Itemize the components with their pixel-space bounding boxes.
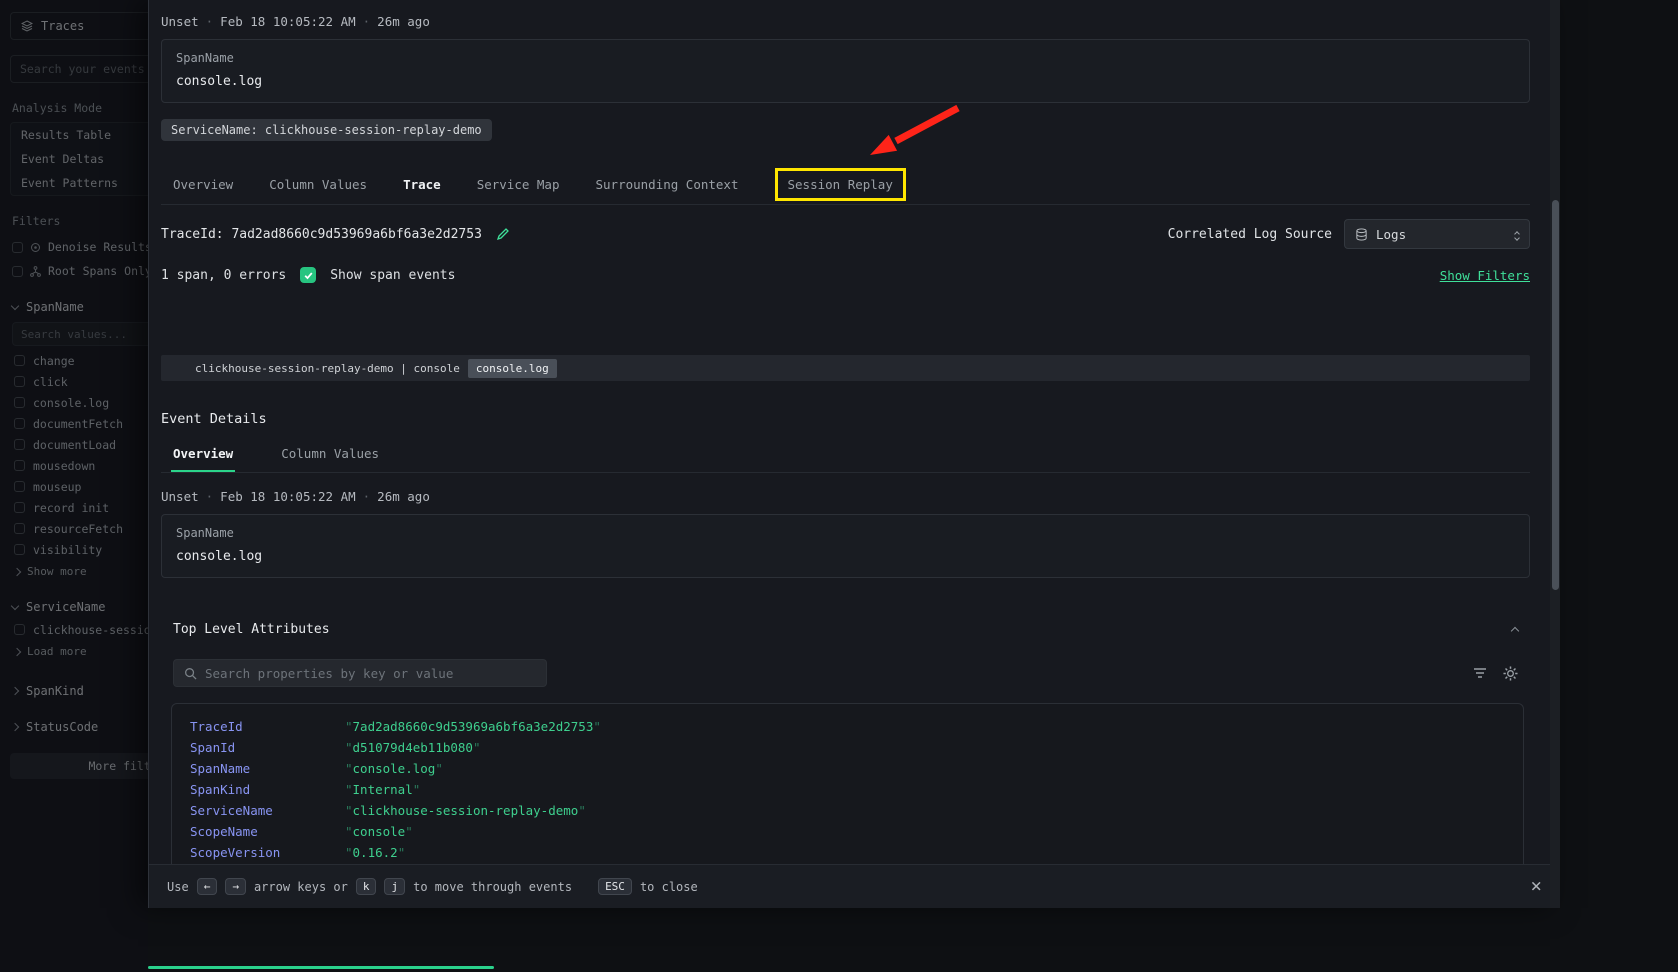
span-name-card-value: console.log — [176, 549, 1515, 564]
arrow-left-key: ← — [197, 878, 218, 895]
esc-key: ESC — [598, 878, 632, 895]
table-row[interactable]: TraceId "7ad2ad8660c9d53969a6bf6a3e2d275… — [172, 716, 1523, 737]
trace-id-text: TraceId: 7ad2ad8660c9d53969a6bf6a3e2d275… — [161, 227, 482, 242]
top-level-attributes-heading: Top Level Attributes — [173, 622, 330, 637]
separator-dot: · — [206, 14, 214, 29]
tab-session-replay[interactable]: Session Replay — [775, 168, 906, 201]
attribute-value: "console.log" — [345, 758, 443, 779]
event-timestamp: Feb 18 10:05:22 AM — [220, 14, 355, 29]
event-timestamp: Feb 18 10:05:22 AM — [220, 489, 355, 504]
event-meta-row: Unset · Feb 18 10:05:22 AM · 26m ago — [161, 0, 1530, 29]
log-source-select[interactable]: Logs — [1344, 219, 1530, 249]
table-row[interactable]: SpanName "console.log" — [172, 758, 1523, 779]
property-search-input[interactable] — [205, 666, 536, 681]
table-row[interactable]: ServiceName "clickhouse-session-replay-d… — [172, 800, 1523, 821]
close-panel-button[interactable]: × — [1531, 877, 1542, 896]
footer-use-text: Use — [167, 880, 189, 894]
attribute-key: ScopeVersion — [190, 842, 345, 863]
scrollbar-thumb[interactable] — [1552, 200, 1559, 590]
tab-service-map[interactable]: Service Map — [477, 165, 560, 204]
filter-lines-icon[interactable] — [1473, 667, 1487, 679]
scrollbar-track[interactable] — [1550, 0, 1560, 908]
table-row[interactable]: SpanId "d51079d4eb11b080" — [172, 737, 1523, 758]
trace-id-value: 7ad2ad8660c9d53969a6bf6a3e2d2753 — [231, 227, 481, 242]
tab-overview[interactable]: Overview — [173, 165, 233, 204]
attribute-value: "Internal" — [345, 779, 420, 800]
trace-id-label: TraceId: — [161, 227, 224, 242]
trace-waterfall-row[interactable]: clickhouse-session-replay-demo | console… — [161, 355, 1530, 381]
span-name-card-value: console.log — [176, 74, 1515, 89]
arrow-right-key: → — [225, 878, 246, 895]
attribute-value: "7ad2ad8660c9d53969a6bf6a3e2d2753" — [345, 716, 601, 737]
attributes-table: TraceId "7ad2ad8660c9d53969a6bf6a3e2d275… — [171, 703, 1524, 864]
modal-dim-overlay — [0, 0, 148, 972]
timeline-span-chip[interactable]: console.log — [468, 359, 557, 378]
chevron-up-icon — [1511, 627, 1519, 635]
span-name-card: SpanName console.log — [161, 514, 1530, 578]
span-summary-row: 1 span, 0 errors Show span events Show F… — [161, 267, 1530, 283]
event-relative-time: 26m ago — [377, 489, 430, 504]
logs-icon — [1355, 228, 1368, 241]
separator-dot: · — [363, 489, 371, 504]
check-icon — [303, 270, 314, 281]
footer-arrows-text: arrow keys or — [254, 880, 348, 894]
table-row[interactable]: SpanKind "Internal" — [172, 779, 1523, 800]
property-search-box[interactable] — [173, 659, 547, 687]
event-side-panel: Unset · Feb 18 10:05:22 AM · 26m ago SpanNam… — [148, 0, 1560, 908]
event-relative-time: 26m ago — [377, 14, 430, 29]
subtab-overview[interactable]: Overview — [171, 437, 235, 472]
attribute-value: "0.16.2" — [345, 842, 405, 863]
pencil-icon — [496, 227, 510, 241]
filters-sidebar: Traces Analysis Mode Results Table Event… — [0, 0, 148, 972]
show-span-events-checkbox[interactable] — [300, 267, 316, 283]
table-row[interactable]: ScopeName "console" — [172, 821, 1523, 842]
attribute-value: "clickhouse-session-replay-demo" — [345, 800, 586, 821]
gear-icon[interactable] — [1503, 666, 1518, 681]
collapse-section-button[interactable] — [1512, 622, 1518, 637]
attribute-key: TraceId — [190, 716, 345, 737]
table-row[interactable]: ScopeVersion "0.16.2" — [172, 842, 1523, 863]
span-name-card-label: SpanName — [176, 526, 1515, 540]
tab-surrounding-context[interactable]: Surrounding Context — [596, 165, 739, 204]
attribute-value: "d51079d4eb11b080" — [345, 737, 480, 758]
j-key: j — [384, 878, 405, 895]
status-badge: Unset — [161, 14, 199, 29]
separator-dot: · — [206, 489, 214, 504]
attribute-value: "console" — [345, 821, 413, 842]
status-badge: Unset — [161, 489, 199, 504]
footer-close-text: to close — [640, 880, 698, 894]
correlated-log-source-label: Correlated Log Source — [1168, 227, 1332, 242]
annotation-arrow-icon — [856, 100, 968, 166]
attribute-key: ScopeName — [190, 821, 345, 842]
bottom-progress-line — [148, 966, 494, 969]
separator-dot: · — [363, 14, 371, 29]
select-chevrons-icon — [1515, 228, 1519, 240]
event-meta-row: Unset · Feb 18 10:05:22 AM · 26m ago — [161, 473, 1530, 504]
keyboard-hints-footer: Use ← → arrow keys or k j to move throug… — [149, 864, 1560, 908]
span-name-card: SpanName console.log — [161, 39, 1530, 103]
timeline-span-label: clickhouse-session-replay-demo | console — [195, 362, 460, 375]
tab-trace[interactable]: Trace — [403, 165, 441, 204]
panel-tabs: Overview Column Values Trace Service Map… — [161, 165, 1530, 205]
k-key: k — [356, 878, 377, 895]
event-details-heading: Event Details — [161, 411, 1530, 427]
show-filters-link[interactable]: Show Filters — [1440, 268, 1530, 283]
attribute-key: ServiceName — [190, 800, 345, 821]
search-icon — [184, 667, 197, 680]
tab-column-values[interactable]: Column Values — [269, 165, 367, 204]
footer-move-text: to move through events — [413, 880, 572, 894]
span-name-card-label: SpanName — [176, 51, 1515, 65]
attribute-key: SpanKind — [190, 779, 345, 800]
subtab-column-values[interactable]: Column Values — [279, 437, 381, 472]
event-details-tabs: Overview Column Values — [161, 437, 1530, 473]
trace-toolbar: TraceId: 7ad2ad8660c9d53969a6bf6a3e2d275… — [161, 219, 1530, 249]
log-source-value: Logs — [1376, 227, 1406, 242]
service-name-badge[interactable]: ServiceName: clickhouse-session-replay-d… — [161, 119, 492, 141]
show-span-events-label: Show span events — [330, 268, 455, 283]
attribute-key: SpanId — [190, 737, 345, 758]
span-count-text: 1 span, 0 errors — [161, 268, 286, 283]
edit-trace-id-button[interactable] — [496, 227, 510, 241]
attribute-key: SpanName — [190, 758, 345, 779]
